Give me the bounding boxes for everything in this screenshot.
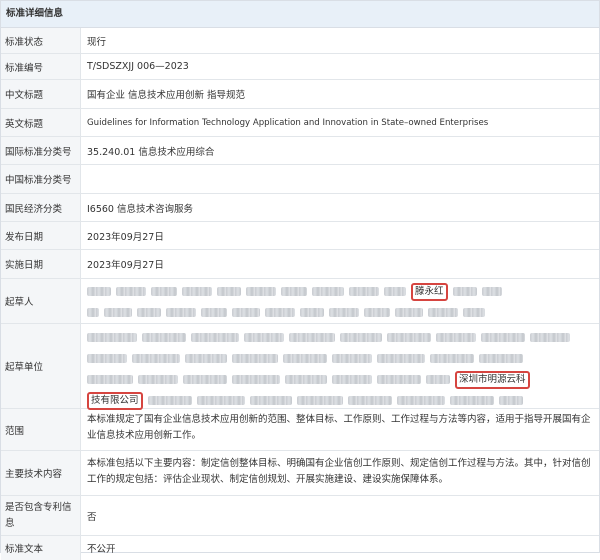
label-tech-content: 主要技术内容 [1, 451, 81, 495]
highlight-company-part-2: 技有限公司 [87, 391, 143, 410]
label-number: 标准编号 [1, 54, 81, 79]
redacted-line [87, 302, 593, 323]
value-ccs [81, 165, 599, 193]
label-ccs: 中国标准分类号 [1, 165, 81, 193]
row-impl-date: 实施日期 2023年09月27日 [1, 250, 599, 279]
value-impl-date: 2023年09月27日 [87, 260, 164, 271]
label-patent: 是否包含专利信息 [1, 496, 81, 535]
label-cn-title: 中文标题 [1, 80, 81, 108]
label-publish-date: 发布日期 [1, 222, 81, 249]
value-text: 不公开 [87, 544, 116, 555]
value-patent: 否 [87, 511, 97, 523]
redacted-line: 滕永红 [87, 281, 593, 302]
row-drafters: 起草人 滕永红 [1, 279, 599, 324]
label-ics: 国际标准分类号 [1, 137, 81, 164]
redacted-line: 技有限公司 [87, 390, 593, 411]
label-text: 标准文本 [1, 536, 81, 560]
row-text: 标准文本 不公开 [1, 536, 599, 560]
redacted-line [87, 348, 593, 369]
value-cn-title: 国有企业 信息技术应用创新 指导规范 [87, 90, 246, 101]
value-tech-content: 本标准包括以下主要内容：制定信创整体目标、明确国有企业信创工作原则、规定信创工作… [87, 458, 591, 485]
value-publish-date: 2023年09月27日 [87, 231, 164, 243]
value-econ: I6560 信息技术咨询服务 [87, 203, 193, 215]
row-tech-content: 主要技术内容 本标准包括以下主要内容：制定信创整体目标、明确国有企业信创工作原则… [1, 451, 599, 496]
row-ccs: 中国标准分类号 [1, 165, 599, 194]
standard-detail-panel: 标准详细信息 标准状态 现行 标准编号 T/SDSZXJJ 006—2023 中… [0, 0, 600, 560]
row-ics: 国际标准分类号 35.240.01 信息技术应用综合 [1, 137, 599, 165]
row-publish-date: 发布日期 2023年09月27日 [1, 222, 599, 250]
label-scope: 范围 [1, 409, 81, 450]
value-number: T/SDSZXJJ 006—2023 [87, 61, 189, 72]
row-patent: 是否包含专利信息 否 [1, 496, 599, 536]
label-status: 标准状态 [1, 28, 81, 53]
label-impl-date: 实施日期 [1, 250, 81, 278]
row-status: 标准状态 现行 [1, 28, 599, 54]
label-en-title: 英文标题 [1, 109, 81, 136]
value-ics: 35.240.01 信息技术应用综合 [87, 146, 215, 158]
row-scope: 范围 本标准规定了国有企业信息技术应用创新的范围、整体目标、工作原则、工作过程与… [1, 409, 599, 451]
highlight-company-part-1: 深圳市明源云科 [455, 370, 530, 389]
row-cn-title: 中文标题 国有企业 信息技术应用创新 指导规范 [1, 80, 599, 109]
label-econ: 国民经济分类 [1, 194, 81, 221]
row-en-title: 英文标题 Guidelines for Information Technolo… [1, 109, 599, 137]
row-drafting-units: 起草单位 深圳市明源云科 技有限公司 [1, 324, 599, 411]
label-drafters: 起草人 [1, 279, 81, 323]
highlight-drafter-name: 滕永红 [411, 282, 448, 301]
section-title: 标准详细信息 [1, 0, 599, 28]
redacted-line: 深圳市明源云科 [87, 369, 593, 390]
row-number: 标准编号 T/SDSZXJJ 006—2023 [1, 54, 599, 80]
label-drafting-units: 起草单位 [1, 324, 81, 408]
value-en-title: Guidelines for Information Technology Ap… [87, 117, 489, 128]
redacted-line [87, 327, 593, 348]
value-status: 现行 [87, 36, 107, 48]
value-drafting-units: 深圳市明源云科 技有限公司 [81, 324, 599, 411]
value-scope: 本标准规定了国有企业信息技术应用创新的范围、整体目标、工作原则、工作过程与方法等… [87, 414, 591, 441]
row-econ: 国民经济分类 I6560 信息技术咨询服务 [1, 194, 599, 222]
value-drafters: 滕永红 [81, 279, 599, 323]
